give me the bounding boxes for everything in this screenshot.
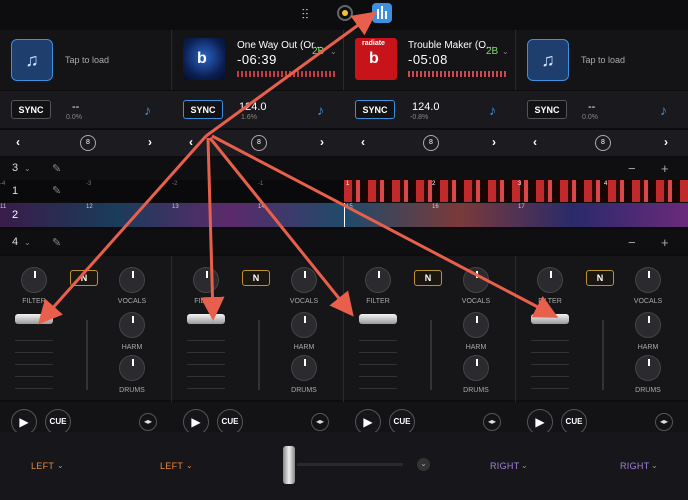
annotation-arrows [38, 11, 559, 325]
arrow-to-fader-3 [208, 137, 354, 317]
arrow-to-fader-2 [200, 137, 225, 321]
arrow-to-fader-1 [38, 135, 208, 325]
arrow-to-fader-4 [211, 134, 559, 318]
arrow-to-mixer [205, 11, 377, 138]
